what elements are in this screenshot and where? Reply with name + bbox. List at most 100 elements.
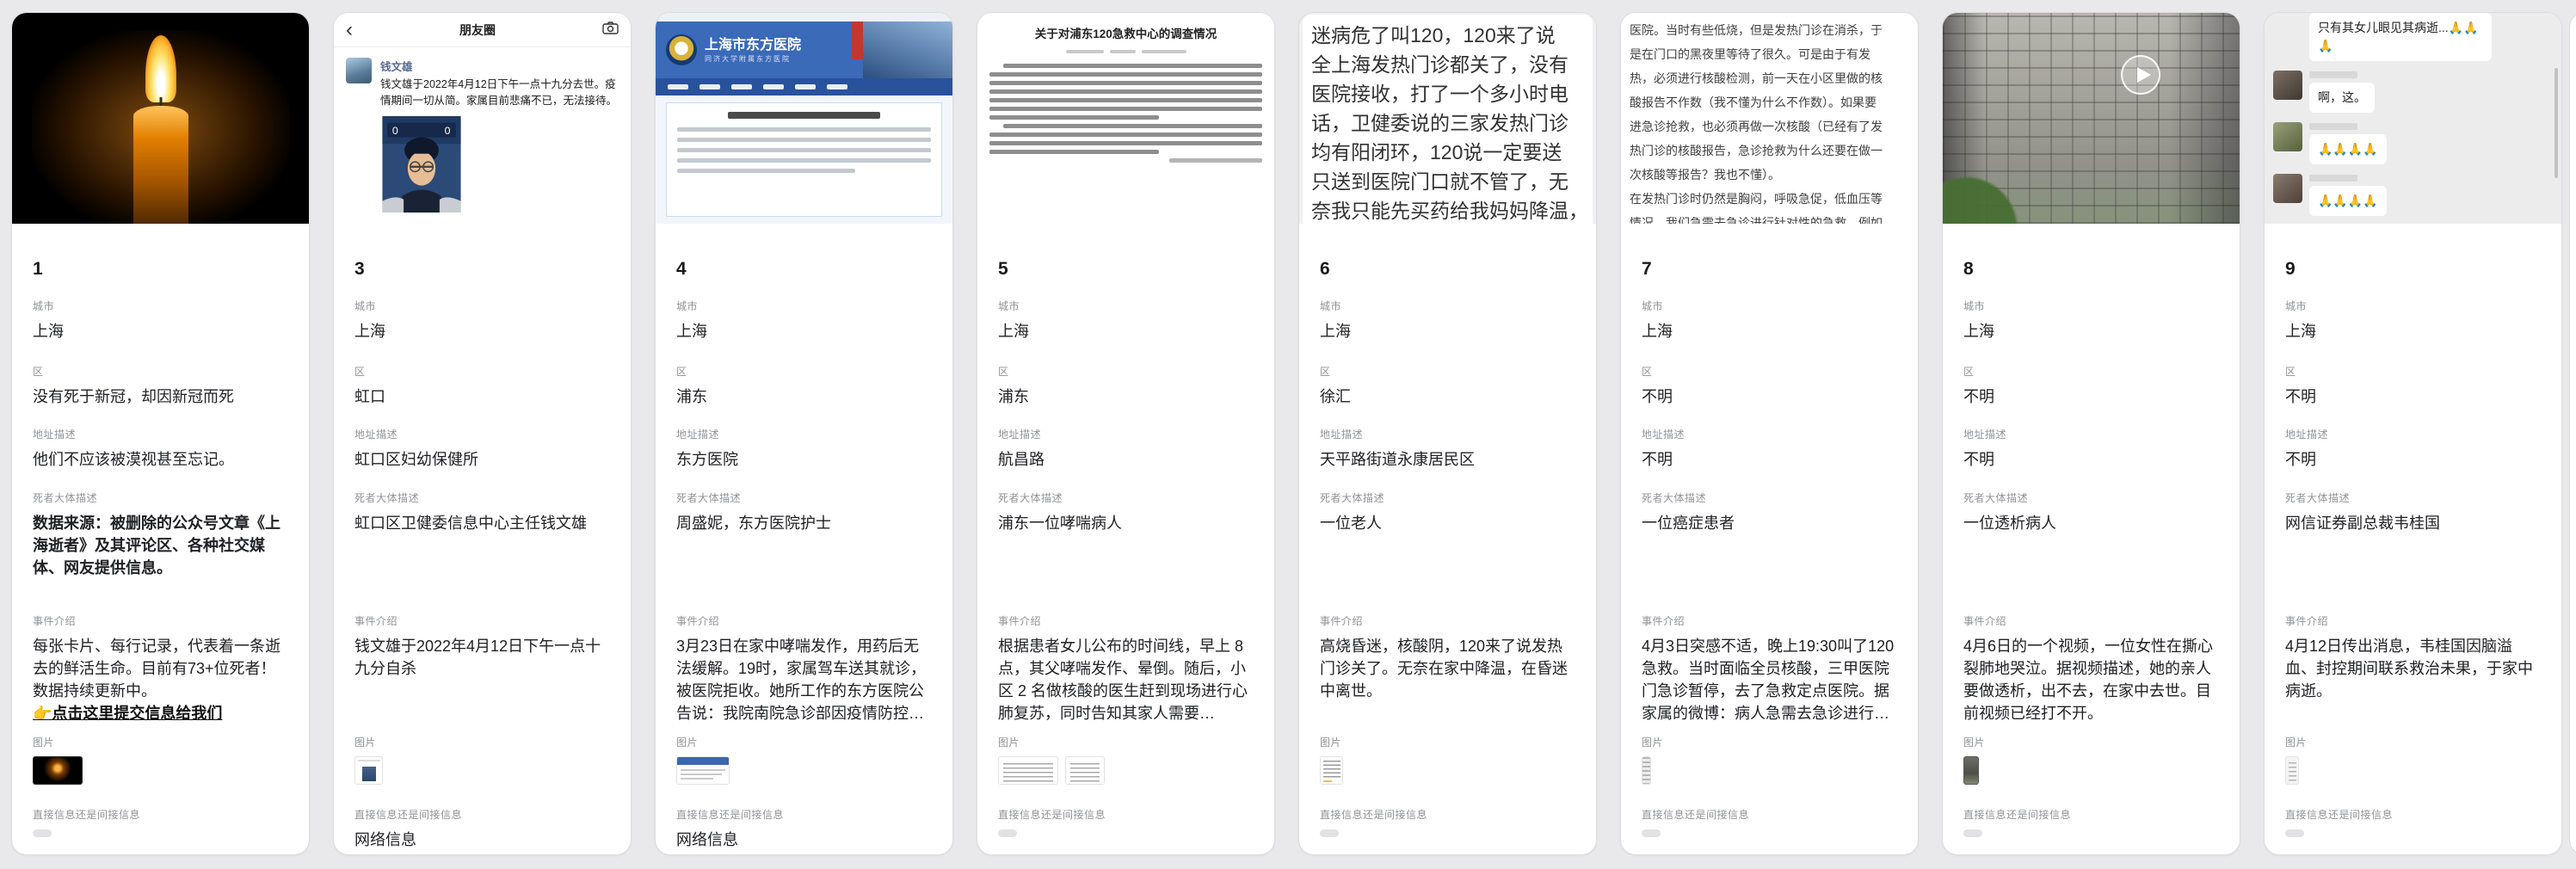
card-cover-image: 关于对浦东120急救中心的调查情况 [977, 13, 1274, 224]
field-value-deceased: 周盛妮，东方医院护士 [676, 512, 932, 534]
text-bubble: 迷病危了叫120，120来了说全上海发热门诊都关了，没有医院接收，打了一个多小时… [1303, 15, 1593, 224]
card-cover-image: 只有其女儿眼见其病逝...🙏🙏🙏啊，这。🙏🙏🙏🙏🙏🙏🙏🙏 [2265, 13, 2561, 224]
field-label-address: 地址描述 [1320, 427, 1575, 441]
header-photo [863, 22, 952, 78]
attachment-thumbnail[interactable] [33, 756, 83, 785]
document-meta [989, 50, 1262, 53]
submit-info-link[interactable]: 👉点击这里提交信息给我们 [33, 702, 222, 724]
document-body [989, 64, 1262, 163]
field-value-city: 上海 [676, 320, 932, 342]
hospital-logo-icon [666, 34, 697, 65]
chat-row: 啊，这。 [2273, 71, 2553, 113]
attachment-thumbnails [2285, 756, 2541, 785]
chat-text-screenshot: 迷病危了叫120，120来了说全上海发热门诊都关了，没有医院接收，打了一个多小时… [1299, 13, 1596, 224]
field-value-city: 上海 [1642, 320, 1897, 342]
attachment-thumbnails [354, 756, 610, 785]
chat-scrollbar[interactable] [2554, 68, 2558, 178]
field-label-address: 地址描述 [33, 427, 288, 441]
screenshot-text-line: 奈我只能先买药给我妈妈降温， [1311, 196, 1584, 224]
field-label-deceased: 死者大体描述 [998, 490, 1254, 505]
attachment-thumbnail[interactable] [2285, 756, 2299, 785]
field-label-event: 事件介绍 [1642, 613, 1897, 628]
card-number: 8 [1963, 258, 2219, 280]
attachment-thumbnail[interactable] [1320, 756, 1343, 785]
notice-box [666, 102, 942, 217]
incident-card[interactable]: 迷病危了叫120，120来了说全上海发热门诊都关了，没有医院接收，打了一个多小时… [1298, 12, 1597, 855]
attachment-thumbnail[interactable] [1642, 756, 1651, 785]
incident-card[interactable]: 朋友圈 钱文雄 钱文雄于2022年4月12日下午一点十九分去世。疫情期间一切从简… [333, 12, 632, 855]
card-number: 7 [1642, 258, 1897, 280]
screenshot-text-line: 热门诊的核酸报告，急诊抢救为什么还要在做一 [1630, 139, 1909, 163]
field-label-event: 事件介绍 [676, 613, 932, 628]
chat-bubble: 🙏🙏🙏🙏 [2309, 186, 2387, 216]
card-number: 4 [676, 258, 932, 280]
field-value-city: 上海 [2285, 320, 2541, 342]
red-banner [852, 22, 863, 59]
field-label-event: 事件介绍 [1320, 613, 1575, 628]
field-label-deceased: 死者大体描述 [1320, 490, 1575, 505]
field-label-district: 区 [676, 364, 932, 379]
card-gallery: 1 城市 上海 区 没有死于新冠，却因新冠而死 地址描述 他们不应该被漠视甚至忘… [0, 0, 2576, 855]
attachment-thumbnails [1963, 756, 2219, 785]
back-icon[interactable] [346, 20, 353, 40]
field-label-image: 图片 [998, 735, 1254, 749]
attachment-thumbnail[interactable] [354, 756, 383, 785]
next-card-partial[interactable] [2569, 12, 2576, 855]
field-label-direct: 直接信息还是间接信息 [33, 807, 288, 822]
site-topbar [656, 13, 952, 22]
card-cover-image: 朋友圈 钱文雄 钱文雄于2022年4月12日下午一点十九分去世。疫情期间一切从简… [334, 13, 631, 224]
camera-icon[interactable] [602, 22, 619, 39]
field-value-event: 每张卡片、每行记录，代表着一条逝去的鲜活生命。目前有73+位死者！数据持续更新中… [33, 635, 288, 702]
field-value-city: 上海 [354, 320, 610, 342]
field-value-event: 4月6日的一个视频，一位女性在撕心裂肺地哭泣。据视频描述，她的亲人要做透析，出不… [1963, 635, 2219, 724]
attachment-thumbnail[interactable] [676, 756, 730, 785]
incident-card[interactable]: 上海市东方医院 同济大学附属东方医院 [655, 12, 953, 855]
field-value-address: 航昌路 [998, 448, 1254, 471]
screenshot-text-line: 迷病危了叫120，120来了说 [1311, 21, 1584, 50]
card-cover-image [1943, 13, 2240, 224]
empty-value-pill [1963, 829, 1982, 837]
incident-card[interactable]: 关于对浦东120急救中心的调查情况 5 城市 上海 区 浦东 [977, 12, 1275, 855]
empty-value-pill [1320, 829, 1339, 837]
moments-title: 朋友圈 [459, 22, 496, 39]
attachment-thumbnail[interactable] [1065, 756, 1105, 785]
card-number: 6 [1320, 258, 1575, 280]
incident-card[interactable]: 1 城市 上海 区 没有死于新冠，却因新冠而死 地址描述 他们不应该被漠视甚至忘… [11, 12, 310, 855]
site-subtitle: 同济大学附属东方医院 [705, 54, 801, 64]
attachment-thumbnail[interactable] [1963, 756, 1979, 785]
field-label-image: 图片 [2285, 735, 2541, 749]
field-label-deceased: 死者大体描述 [354, 490, 610, 505]
field-value-direct: 网络信息 [676, 829, 932, 851]
attachment-thumbnail[interactable] [998, 756, 1058, 785]
incident-card[interactable]: 医院。当时有些低烧，但是发热门诊在消杀，于是在门口的黑夜里等待了很久。可是由于有… [1620, 12, 1919, 855]
svg-text:0: 0 [392, 125, 398, 137]
chat-bubble: 只有其女儿眼见其病逝...🙏🙏🙏 [2309, 13, 2492, 61]
field-value-event: 根据患者女儿公布的时间线，早上 8 点，其父哮喘发作、晕倒。随后，小区 2 名做… [998, 635, 1254, 724]
field-value-district: 没有死于新冠，却因新冠而死 [33, 385, 288, 408]
field-label-city: 城市 [354, 299, 610, 313]
field-label-deceased: 死者大体描述 [676, 490, 932, 505]
card-cover-image: 迷病危了叫120，120来了说全上海发热门诊都关了，没有医院接收，打了一个多小时… [1299, 13, 1596, 224]
play-icon[interactable] [2121, 55, 2160, 95]
field-value-deceased: 浦东一位哮喘病人 [998, 512, 1254, 534]
field-label-address: 地址描述 [354, 427, 610, 441]
field-label-city: 城市 [2285, 299, 2541, 313]
field-value-direct: 网络信息 [354, 829, 610, 851]
field-label-deceased: 死者大体描述 [1963, 490, 2219, 505]
field-value-address: 天平路街道永康居民区 [1320, 448, 1575, 471]
card-cover-image [12, 13, 309, 224]
site-header: 上海市东方医院 同济大学附属东方医院 [656, 22, 952, 78]
gallery-page: { "colors":{ "page_bg":"#e9e9eb","card_b… [0, 0, 2576, 869]
incident-card[interactable]: 只有其女儿眼见其病逝...🙏🙏🙏啊，这。🙏🙏🙏🙏🙏🙏🙏🙏 9 城市 上海 区 不… [2264, 12, 2562, 855]
attachment-thumbnails [1320, 756, 1575, 785]
video-still [1943, 13, 2240, 224]
field-value-district: 不明 [1963, 385, 2219, 408]
field-label-event: 事件介绍 [1963, 613, 2219, 628]
candle-body [133, 106, 188, 224]
field-label-address: 地址描述 [2285, 427, 2541, 441]
incident-card[interactable]: 8 城市 上海 区 不明 地址描述 不明 死者大体描述 一位透析病人 事件介绍 … [1942, 12, 2240, 855]
card-number: 5 [998, 258, 1254, 280]
field-label-deceased: 死者大体描述 [1642, 490, 1897, 505]
field-label-city: 城市 [676, 299, 932, 313]
screenshot-text-line: 酸报告不作数（我不懂为什么不作数）。如果要 [1630, 90, 1909, 114]
